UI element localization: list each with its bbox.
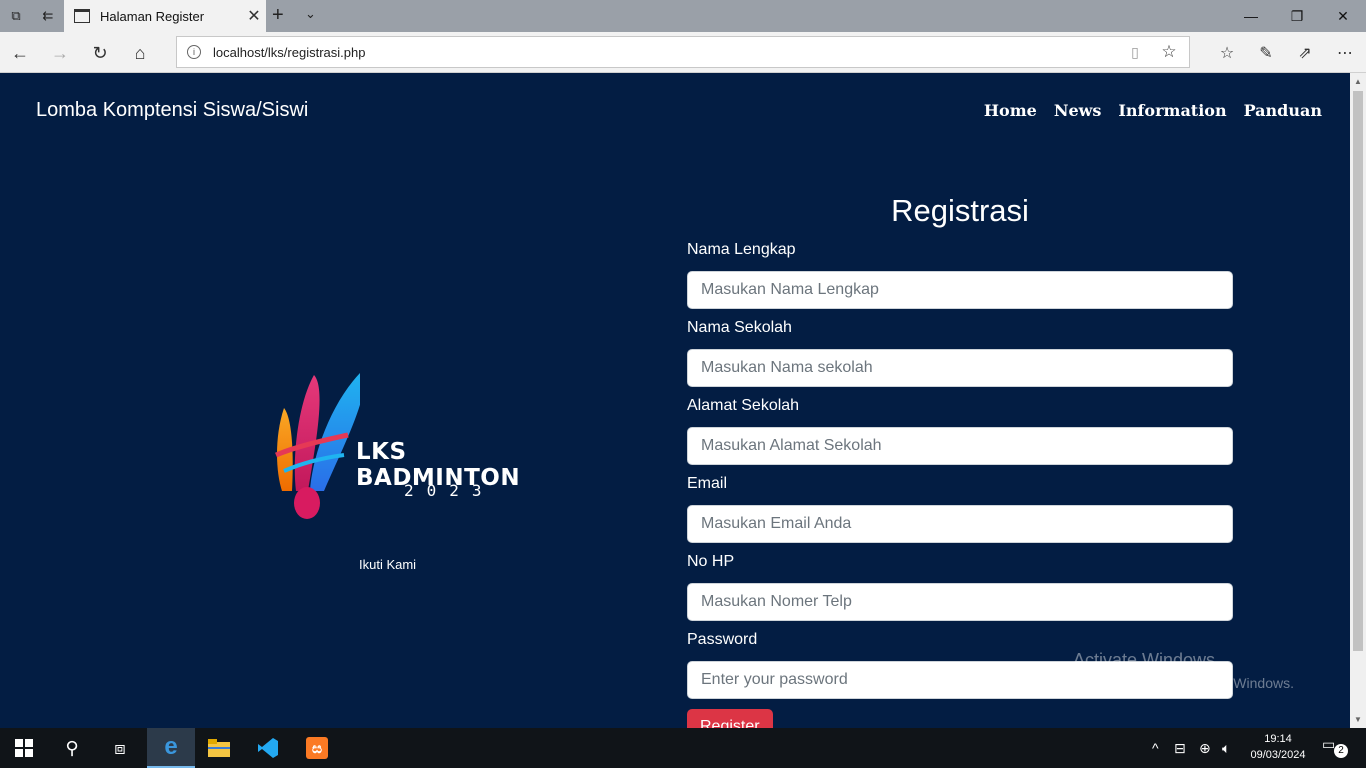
site-nav: Home News Information Panduan xyxy=(984,101,1322,120)
share-icon[interactable]: ⇗ xyxy=(1292,40,1318,66)
site-brand[interactable]: Lomba Komptensi Siswa/Siswi xyxy=(36,99,308,122)
start-windows-icon[interactable] xyxy=(0,728,48,768)
full-name-label: Nama Lengkap xyxy=(687,241,796,258)
svg-text:ස: ස xyxy=(312,741,322,757)
favorites-icon[interactable]: ☆ xyxy=(1214,40,1240,66)
lks-badminton-logo: LKS BADMINTON 2023 xyxy=(270,363,550,523)
page-scrollbar[interactable]: ▲ ▼ xyxy=(1350,73,1366,728)
nav-news[interactable]: News xyxy=(1054,101,1102,120)
edge-browser-icon[interactable]: e xyxy=(147,728,195,768)
language-globe-icon[interactable]: ⊕ xyxy=(1199,728,1211,768)
refresh-icon[interactable]: ↻ xyxy=(87,40,113,66)
register-button[interactable]: Register xyxy=(687,709,773,728)
home-icon[interactable]: ⌂ xyxy=(127,40,153,66)
restore-icon[interactable]: ❐ xyxy=(1274,0,1320,32)
page-viewport: Lomba Komptensi Siswa/Siswi Home News In… xyxy=(0,73,1350,728)
follow-us-label: Ikuti Kami xyxy=(359,557,417,572)
close-window-icon[interactable]: ✕ xyxy=(1320,0,1366,32)
page-icon xyxy=(74,9,90,23)
xampp-icon[interactable]: ස xyxy=(293,728,341,768)
full-name-input[interactable] xyxy=(687,271,1233,309)
clock-time: 19:14 xyxy=(1264,733,1292,745)
favorite-star-icon[interactable]: ☆ xyxy=(1149,42,1189,62)
task-view-icon[interactable]: ⧈ xyxy=(96,728,144,768)
address-bar[interactable]: i localhost/lks/registrasi.php ▯ ☆ xyxy=(176,36,1190,68)
watermark-title: Activate Windows xyxy=(1073,650,1216,670)
school-name-label: Nama Sekolah xyxy=(687,319,792,336)
vscode-icon[interactable] xyxy=(244,728,292,768)
nav-home[interactable]: Home xyxy=(984,101,1037,120)
school-name-input[interactable] xyxy=(687,349,1233,387)
school-address-input[interactable] xyxy=(687,427,1233,465)
reading-view-icon[interactable]: ▯ xyxy=(1121,44,1149,61)
registration-form: Registrasi Nama Lengkap Nama Sekolah Ala… xyxy=(687,193,1233,728)
file-explorer-icon[interactable] xyxy=(195,728,243,768)
activate-windows-watermark: Activate Windows Go to Settings to activ… xyxy=(1073,650,1294,691)
clock-date: 09/03/2024 xyxy=(1250,749,1306,761)
tab-menu-chevron-icon[interactable]: ⌄ xyxy=(305,6,316,22)
volume-icon[interactable]: 🔈︎ xyxy=(1222,728,1230,768)
forward-icon[interactable]: → xyxy=(47,40,73,66)
taskbar-clock[interactable]: 19:14 09/03/2024 xyxy=(1246,731,1310,763)
scroll-up-icon[interactable]: ▲ xyxy=(1350,77,1366,86)
browser-tab-bar: ⧉ ⇇ Halaman Register ✕ + ⌄ — ❐ ✕ xyxy=(0,0,1366,32)
scroll-thumb[interactable] xyxy=(1353,91,1363,651)
taskbar: ⚲ ⧈ e ස ^ ⊟ ⊕ 🔈︎ 19:14 09/03/2024 ▭ 2 xyxy=(0,728,1366,768)
site-info-icon[interactable]: i xyxy=(187,45,201,59)
set-tabs-aside-icon[interactable]: ⇇ xyxy=(34,4,62,28)
minimize-icon[interactable]: — xyxy=(1228,0,1274,32)
show-hidden-icons-icon[interactable]: ^ xyxy=(1152,728,1159,768)
logo-year: 2023 xyxy=(404,481,495,500)
action-center-icon[interactable]: ▭ 2 xyxy=(1322,736,1348,760)
web-note-icon[interactable]: ✎ xyxy=(1253,40,1279,66)
more-icon[interactable]: ⋯ xyxy=(1332,40,1358,66)
network-icon[interactable]: ⊟ xyxy=(1174,728,1186,768)
scroll-down-icon[interactable]: ▼ xyxy=(1350,715,1366,724)
close-tab-icon[interactable]: ✕ xyxy=(242,6,266,26)
watermark-subtitle: Go to Settings to activate Windows. xyxy=(1073,675,1294,691)
email-label: Email xyxy=(687,475,728,492)
notification-count: 2 xyxy=(1334,744,1348,758)
back-icon[interactable]: ← xyxy=(7,40,33,66)
school-address-label: Alamat Sekolah xyxy=(687,397,800,414)
phone-input[interactable] xyxy=(687,583,1233,621)
phone-label: No HP xyxy=(687,553,735,570)
nav-information[interactable]: Information xyxy=(1118,101,1226,120)
nav-panduan[interactable]: Panduan xyxy=(1244,101,1322,120)
tab-halaman-register[interactable]: Halaman Register ✕ xyxy=(64,0,266,32)
tab-title: Halaman Register xyxy=(100,8,205,24)
email-input[interactable] xyxy=(687,505,1233,543)
tab-overview-icon[interactable]: ⧉ xyxy=(2,4,30,28)
shuttlecock-icon xyxy=(275,371,365,519)
search-icon[interactable]: ⚲ xyxy=(48,728,96,768)
browser-toolbar: ← → ↻ ⌂ i localhost/lks/registrasi.php ▯… xyxy=(0,32,1366,73)
new-tab-icon[interactable]: + xyxy=(272,4,284,27)
form-title: Registrasi xyxy=(891,193,1029,228)
url-text[interactable]: localhost/lks/registrasi.php xyxy=(213,45,1121,60)
